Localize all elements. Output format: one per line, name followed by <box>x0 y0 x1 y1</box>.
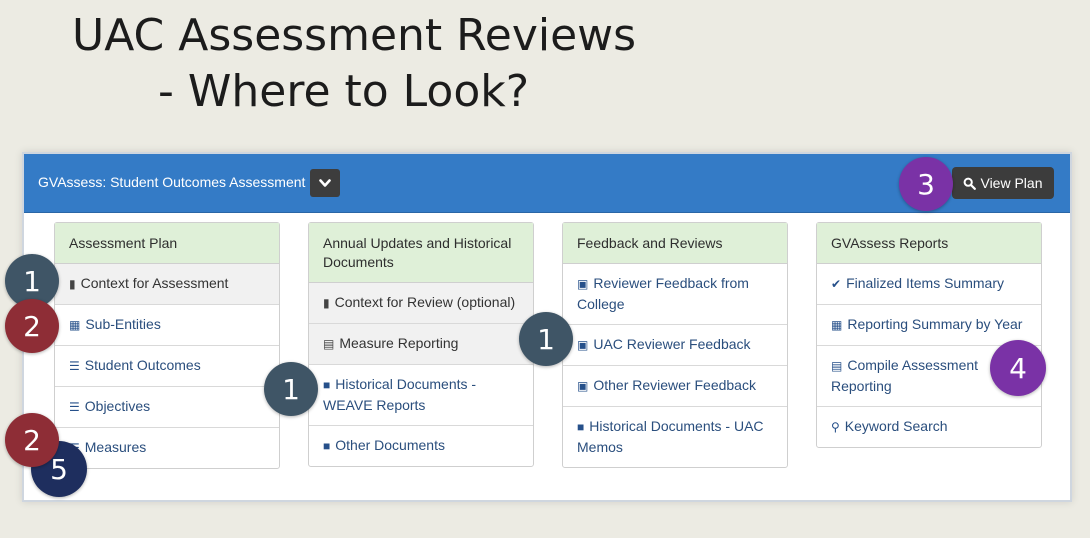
search-icon: ⚲ <box>831 420 840 434</box>
menu-item-other-reviewer-feedback[interactable]: ▣ Other Reviewer Feedback <box>563 366 787 407</box>
menu-item-other-documents[interactable]: ■ Other Documents <box>309 426 533 466</box>
list-icon: ☰ <box>69 359 80 373</box>
check-icon: ✔ <box>831 277 842 291</box>
grid-icon: ▦ <box>69 318 81 332</box>
folder-icon: ■ <box>577 420 585 434</box>
annotation-badge: 1 <box>519 312 573 366</box>
folder-icon: ■ <box>323 439 331 453</box>
chevron-down-icon <box>319 178 331 187</box>
menu-item-keyword-search[interactable]: ⚲ Keyword Search <box>817 407 1041 447</box>
annotation-badge: 4 <box>990 340 1046 396</box>
menu-item-historical-uac-memos[interactable]: ■ Historical Documents - UAC Memos <box>563 407 787 467</box>
menu-item-objectives[interactable]: ☰ Objectives <box>55 387 279 428</box>
table-icon: ▤ <box>323 337 335 351</box>
slide-title-line-1: UAC Assessment Reviews <box>72 10 637 61</box>
list-icon: ☰ <box>69 400 80 414</box>
view-plan-label: View Plan <box>980 175 1043 191</box>
card-header: Annual Updates and Historical Documents <box>309 223 533 283</box>
menu-item-reporting-summary-by-year[interactable]: ▦ Reporting Summary by Year <box>817 305 1041 346</box>
menu-item-historical-weave[interactable]: ■ Historical Documents - WEAVE Reports <box>309 365 533 426</box>
menu-item-sub-entities[interactable]: ▦ Sub-Entities <box>55 305 279 346</box>
menu-item-student-outcomes[interactable]: ☰ Student Outcomes <box>55 346 279 387</box>
card-header: Assessment Plan <box>55 223 279 264</box>
app-dropdown-button[interactable] <box>310 169 340 197</box>
gvassess-reports-card: GVAssess Reports ✔ Finalized Items Summar… <box>816 222 1042 448</box>
menu-item-measures[interactable]: ☰Measures <box>55 428 279 468</box>
assessment-plan-card: Assessment Plan ▮ Context for Assessment … <box>54 222 280 469</box>
menu-item-context-for-review[interactable]: ▮ Context for Review (optional) <box>309 283 533 324</box>
table-icon: ▤ <box>831 359 843 373</box>
menu-item-finalized-items-summary[interactable]: ✔ Finalized Items Summary <box>817 264 1041 305</box>
view-plan-button[interactable]: View Plan <box>952 167 1054 199</box>
menu-item-context-for-assessment[interactable]: ▮ Context for Assessment <box>55 264 279 305</box>
annotation-badge: 1 <box>264 362 318 416</box>
slide-title-line-2: - Where to Look? <box>158 66 530 117</box>
comment-icon: ▣ <box>577 277 589 291</box>
annotation-badge: 3 <box>899 157 953 211</box>
menu-item-measure-reporting[interactable]: ▤ Measure Reporting <box>309 324 533 365</box>
annotation-badge: 2 <box>5 413 59 467</box>
search-icon <box>964 177 977 190</box>
card-header: GVAssess Reports <box>817 223 1041 264</box>
slide-title: UAC Assessment Reviews - Where to Look? <box>72 8 636 120</box>
annual-updates-card: Annual Updates and Historical Documents … <box>308 222 534 467</box>
file-icon: ▮ <box>323 296 330 310</box>
card-header: Feedback and Reviews <box>563 223 787 264</box>
folder-icon: ■ <box>323 378 331 392</box>
comment-icon: ▣ <box>577 379 589 393</box>
calendar-icon: ▦ <box>831 318 843 332</box>
feedback-reviews-card: Feedback and Reviews ▣ Reviewer Feedback … <box>562 222 788 468</box>
annotation-badge: 2 <box>5 299 59 353</box>
menu-item-reviewer-feedback-college[interactable]: ▣ Reviewer Feedback from College <box>563 264 787 325</box>
menu-item-uac-reviewer-feedback[interactable]: ▣ UAC Reviewer Feedback <box>563 325 787 366</box>
app-title: GVAssess: Student Outcomes Assessment <box>38 174 306 190</box>
comment-icon: ▣ <box>577 338 589 352</box>
file-icon: ▮ <box>69 277 76 291</box>
